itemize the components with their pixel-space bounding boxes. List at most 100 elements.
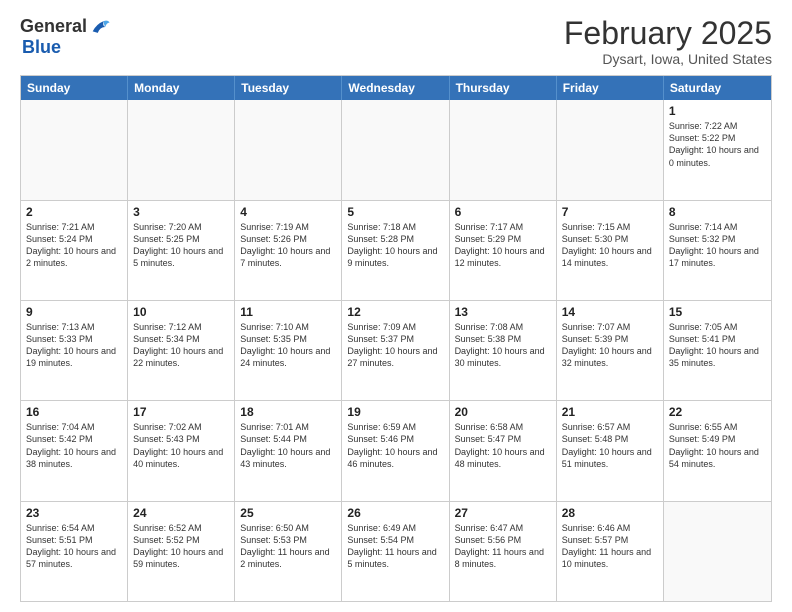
day-cell-1: 1Sunrise: 7:22 AMSunset: 5:22 PMDaylight… bbox=[664, 100, 771, 199]
header-day-tuesday: Tuesday bbox=[235, 76, 342, 100]
day-info: Sunrise: 7:09 AMSunset: 5:37 PMDaylight:… bbox=[347, 321, 443, 370]
header-day-wednesday: Wednesday bbox=[342, 76, 449, 100]
day-cell-16: 16 Sunrise: 7:04 AMSunset: 5:42 PMDayligh… bbox=[21, 401, 128, 500]
day-number: 19 bbox=[347, 405, 443, 419]
day-cell-26: 26Sunrise: 6:49 AMSunset: 5:54 PMDayligh… bbox=[342, 502, 449, 601]
header-day-friday: Friday bbox=[557, 76, 664, 100]
logo-general: General bbox=[20, 17, 87, 37]
day-number: 4 bbox=[240, 205, 336, 219]
calendar-header: SundayMondayTuesdayWednesdayThursdayFrid… bbox=[21, 76, 771, 100]
day-number: 25 bbox=[240, 506, 336, 520]
day-cell-8: 8 Sunrise: 7:14 AMSunset: 5:32 PMDaylight… bbox=[664, 201, 771, 300]
day-number: 23 bbox=[26, 506, 122, 520]
day-info: Sunrise: 7:14 AMSunset: 5:32 PMDaylight:… bbox=[669, 221, 766, 270]
day-cell-27: 27 Sunrise: 6:47 AMSunset: 5:56 PMDayligh… bbox=[450, 502, 557, 601]
day-cell-5: 5 Sunrise: 7:18 AMSunset: 5:28 PMDaylight… bbox=[342, 201, 449, 300]
header-day-saturday: Saturday bbox=[664, 76, 771, 100]
day-info: Sunrise: 6:52 AMSunset: 5:52 PMDaylight:… bbox=[133, 522, 229, 571]
day-info: Sunrise: 6:46 AMSunset: 5:57 PMDaylight:… bbox=[562, 522, 658, 571]
day-number: 20 bbox=[455, 405, 551, 419]
title-block: February 2025 Dysart, Iowa, United State… bbox=[564, 16, 772, 67]
page: General Blue February 2025 Dysart, Iowa,… bbox=[0, 0, 792, 612]
day-info: Sunrise: 7:21 AMSunset: 5:24 PMDaylight:… bbox=[26, 221, 122, 270]
day-info: Sunrise: 7:02 AMSunset: 5:43 PMDaylight:… bbox=[133, 421, 229, 470]
day-number: 10 bbox=[133, 305, 229, 319]
calendar-week-3: 16 Sunrise: 7:04 AMSunset: 5:42 PMDayligh… bbox=[21, 400, 771, 500]
empty-cell bbox=[128, 100, 235, 199]
day-cell-14: 14 Sunrise: 7:07 AMSunset: 5:39 PMDayligh… bbox=[557, 301, 664, 400]
day-number: 24 bbox=[133, 506, 229, 520]
calendar-week-4: 23 Sunrise: 6:54 AMSunset: 5:51 PMDayligh… bbox=[21, 501, 771, 601]
calendar-week-0: 1Sunrise: 7:22 AMSunset: 5:22 PMDaylight… bbox=[21, 100, 771, 199]
empty-cell bbox=[557, 100, 664, 199]
day-info: Sunrise: 7:10 AMSunset: 5:35 PMDaylight:… bbox=[240, 321, 336, 370]
day-cell-25: 25 Sunrise: 6:50 AMSunset: 5:53 PMDayligh… bbox=[235, 502, 342, 601]
day-number: 7 bbox=[562, 205, 658, 219]
day-number: 9 bbox=[26, 305, 122, 319]
day-number: 6 bbox=[455, 205, 551, 219]
day-cell-6: 6 Sunrise: 7:17 AMSunset: 5:29 PMDaylight… bbox=[450, 201, 557, 300]
day-number: 22 bbox=[669, 405, 766, 419]
day-cell-24: 24 Sunrise: 6:52 AMSunset: 5:52 PMDayligh… bbox=[128, 502, 235, 601]
day-number: 15 bbox=[669, 305, 766, 319]
day-info: Sunrise: 6:47 AMSunset: 5:56 PMDaylight:… bbox=[455, 522, 551, 571]
day-cell-17: 17 Sunrise: 7:02 AMSunset: 5:43 PMDayligh… bbox=[128, 401, 235, 500]
logo-bird-icon bbox=[89, 16, 111, 38]
calendar-week-2: 9 Sunrise: 7:13 AMSunset: 5:33 PMDaylight… bbox=[21, 300, 771, 400]
day-cell-11: 11Sunrise: 7:10 AMSunset: 5:35 PMDayligh… bbox=[235, 301, 342, 400]
day-cell-20: 20 Sunrise: 6:58 AMSunset: 5:47 PMDayligh… bbox=[450, 401, 557, 500]
day-number: 5 bbox=[347, 205, 443, 219]
day-info: Sunrise: 7:17 AMSunset: 5:29 PMDaylight:… bbox=[455, 221, 551, 270]
day-number: 18 bbox=[240, 405, 336, 419]
day-number: 16 bbox=[26, 405, 122, 419]
empty-cell bbox=[342, 100, 449, 199]
header-day-monday: Monday bbox=[128, 76, 235, 100]
day-info: Sunrise: 7:18 AMSunset: 5:28 PMDaylight:… bbox=[347, 221, 443, 270]
day-info: Sunrise: 6:57 AMSunset: 5:48 PMDaylight:… bbox=[562, 421, 658, 470]
day-number: 28 bbox=[562, 506, 658, 520]
day-info: Sunrise: 7:13 AMSunset: 5:33 PMDaylight:… bbox=[26, 321, 122, 370]
day-number: 21 bbox=[562, 405, 658, 419]
day-cell-18: 18Sunrise: 7:01 AMSunset: 5:44 PMDayligh… bbox=[235, 401, 342, 500]
day-info: Sunrise: 7:07 AMSunset: 5:39 PMDaylight:… bbox=[562, 321, 658, 370]
day-number: 13 bbox=[455, 305, 551, 319]
day-number: 14 bbox=[562, 305, 658, 319]
day-info: Sunrise: 6:54 AMSunset: 5:51 PMDaylight:… bbox=[26, 522, 122, 571]
day-cell-28: 28 Sunrise: 6:46 AMSunset: 5:57 PMDayligh… bbox=[557, 502, 664, 601]
calendar: SundayMondayTuesdayWednesdayThursdayFrid… bbox=[20, 75, 772, 602]
day-info: Sunrise: 7:12 AMSunset: 5:34 PMDaylight:… bbox=[133, 321, 229, 370]
day-cell-21: 21 Sunrise: 6:57 AMSunset: 5:48 PMDayligh… bbox=[557, 401, 664, 500]
day-cell-2: 2 Sunrise: 7:21 AMSunset: 5:24 PMDaylight… bbox=[21, 201, 128, 300]
day-info: Sunrise: 6:49 AMSunset: 5:54 PMDaylight:… bbox=[347, 522, 443, 571]
day-number: 1 bbox=[669, 104, 766, 118]
day-info: Sunrise: 6:50 AMSunset: 5:53 PMDaylight:… bbox=[240, 522, 336, 571]
day-cell-12: 12Sunrise: 7:09 AMSunset: 5:37 PMDayligh… bbox=[342, 301, 449, 400]
day-info: Sunrise: 7:05 AMSunset: 5:41 PMDaylight:… bbox=[669, 321, 766, 370]
calendar-body: 1Sunrise: 7:22 AMSunset: 5:22 PMDaylight… bbox=[21, 100, 771, 601]
day-cell-3: 3Sunrise: 7:20 AMSunset: 5:25 PMDaylight… bbox=[128, 201, 235, 300]
day-cell-15: 15 Sunrise: 7:05 AMSunset: 5:41 PMDayligh… bbox=[664, 301, 771, 400]
day-cell-9: 9 Sunrise: 7:13 AMSunset: 5:33 PMDaylight… bbox=[21, 301, 128, 400]
day-number: 17 bbox=[133, 405, 229, 419]
empty-cell bbox=[664, 502, 771, 601]
header-day-thursday: Thursday bbox=[450, 76, 557, 100]
day-info: Sunrise: 7:04 AMSunset: 5:42 PMDaylight:… bbox=[26, 421, 122, 470]
day-number: 8 bbox=[669, 205, 766, 219]
day-cell-10: 10 Sunrise: 7:12 AMSunset: 5:34 PMDayligh… bbox=[128, 301, 235, 400]
day-cell-7: 7Sunrise: 7:15 AMSunset: 5:30 PMDaylight… bbox=[557, 201, 664, 300]
day-number: 2 bbox=[26, 205, 122, 219]
calendar-subtitle: Dysart, Iowa, United States bbox=[564, 51, 772, 67]
day-info: Sunrise: 7:20 AMSunset: 5:25 PMDaylight:… bbox=[133, 221, 229, 270]
day-number: 27 bbox=[455, 506, 551, 520]
header: General Blue February 2025 Dysart, Iowa,… bbox=[20, 16, 772, 67]
day-cell-22: 22 Sunrise: 6:55 AMSunset: 5:49 PMDayligh… bbox=[664, 401, 771, 500]
day-info: Sunrise: 6:58 AMSunset: 5:47 PMDaylight:… bbox=[455, 421, 551, 470]
calendar-title: February 2025 bbox=[564, 16, 772, 51]
day-info: Sunrise: 6:55 AMSunset: 5:49 PMDaylight:… bbox=[669, 421, 766, 470]
empty-cell bbox=[21, 100, 128, 199]
empty-cell bbox=[450, 100, 557, 199]
empty-cell bbox=[235, 100, 342, 199]
calendar-week-1: 2 Sunrise: 7:21 AMSunset: 5:24 PMDaylight… bbox=[21, 200, 771, 300]
day-cell-19: 19Sunrise: 6:59 AMSunset: 5:46 PMDayligh… bbox=[342, 401, 449, 500]
day-cell-23: 23 Sunrise: 6:54 AMSunset: 5:51 PMDayligh… bbox=[21, 502, 128, 601]
